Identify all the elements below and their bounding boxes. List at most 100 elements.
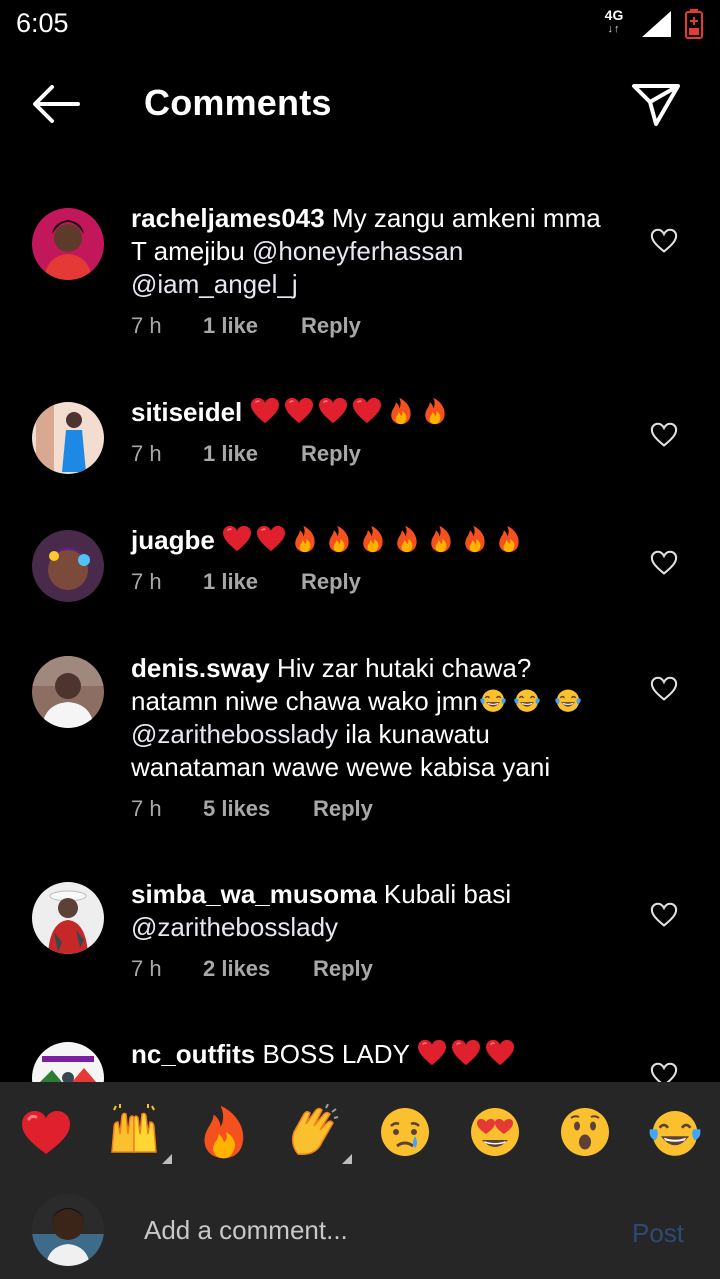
emoji-row [222, 525, 528, 555]
avatar[interactable] [32, 402, 104, 474]
comment-time: 7 h [131, 796, 162, 821]
avatar[interactable] [32, 882, 104, 954]
mention-link[interactable]: @zarithebosslady [131, 912, 338, 942]
red-heart-icon [318, 397, 348, 425]
avatar[interactable] [32, 1042, 104, 1082]
tears-of-joy-icon [512, 686, 542, 714]
red-heart-icon [485, 1039, 515, 1067]
surprised-face-reaction-icon[interactable] [557, 1104, 613, 1160]
red-heart-icon [284, 397, 314, 425]
reply-button[interactable]: Reply [301, 313, 361, 339]
reply-button[interactable]: Reply [301, 569, 361, 595]
like-heart-icon[interactable] [650, 422, 678, 448]
comment-likes[interactable]: 1 like [203, 313, 301, 339]
page-title: Comments [144, 82, 332, 123]
reply-button[interactable]: Reply [313, 796, 373, 822]
avatar[interactable] [32, 530, 104, 602]
clapping-hands-reaction-icon[interactable] [286, 1103, 352, 1164]
comment-time: 7 h [131, 313, 162, 338]
mention-link[interactable]: @honeyferhassan [252, 236, 463, 266]
comment-meta: 7 h 1 like Reply [131, 441, 601, 467]
heart-eyes-face-reaction-icon[interactable] [467, 1104, 523, 1160]
red-heart-icon [352, 397, 382, 425]
fire-icon [290, 525, 320, 553]
comment-meta: 7 h 1 like Reply [131, 313, 601, 339]
status-bar: 6:05 4G ↓↑ [0, 0, 720, 52]
comment-time: 7 h [131, 569, 162, 594]
post-button[interactable]: Post [632, 1218, 684, 1249]
like-heart-icon[interactable] [650, 676, 678, 702]
comment-likes[interactable]: 5 likes [203, 796, 313, 822]
comment-time: 7 h [131, 441, 162, 466]
comment-meta: 7 h 2 likes Reply [131, 956, 601, 982]
current-user-avatar [32, 1194, 104, 1266]
comment-likes[interactable]: 1 like [203, 569, 301, 595]
comment-body: racheljames043 My zangu amkeni mma T ame… [131, 202, 601, 339]
fire-icon [358, 525, 388, 553]
comment-text: sitiseidel [131, 396, 601, 429]
comment-input[interactable] [144, 1208, 604, 1252]
comment-meta: 7 h 1 like Reply [131, 569, 601, 595]
emoji-row [417, 1039, 519, 1069]
send-icon[interactable] [628, 78, 684, 130]
like-heart-icon[interactable] [650, 902, 678, 928]
comment-username[interactable]: sitiseidel [131, 397, 242, 427]
crying-face-reaction-icon[interactable] [377, 1104, 433, 1160]
fire-icon [420, 397, 450, 425]
like-heart-icon[interactable] [650, 228, 678, 254]
fire-icon [494, 525, 524, 553]
red-heart-icon [256, 525, 286, 553]
reply-button[interactable]: Reply [301, 441, 361, 467]
comment-text: juagbe [131, 524, 601, 557]
fire-icon [426, 525, 456, 553]
comment-likes[interactable]: 2 likes [203, 956, 313, 982]
comment-username[interactable]: juagbe [131, 525, 215, 555]
comment-composer-area: Post [0, 1082, 720, 1279]
avatar[interactable] [32, 208, 104, 280]
quick-reactions-bar [0, 1082, 720, 1182]
reply-button[interactable]: Reply [313, 956, 373, 982]
app-header: Comments [0, 52, 720, 162]
red-heart-icon [250, 397, 280, 425]
comment-body: nc_outfits BOSS LADY [131, 1038, 601, 1071]
fire-icon [324, 525, 354, 553]
comment-text: denis.sway Hiv zar hutaki chawa? natamn … [131, 652, 601, 784]
fire-icon [392, 525, 422, 553]
tears-of-joy-face-reaction-icon[interactable] [647, 1104, 703, 1160]
red-heart-icon [222, 525, 252, 553]
skin-tone-indicator [342, 1154, 352, 1164]
raising-hands-reaction-icon[interactable] [106, 1104, 172, 1164]
fire-reaction-icon[interactable] [196, 1104, 252, 1160]
comment-body: sitiseidel 7 h 1 like Reply [131, 396, 601, 467]
avatar[interactable] [32, 656, 104, 728]
comment-username[interactable]: denis.sway [131, 653, 270, 683]
comment-text: nc_outfits BOSS LADY [131, 1038, 601, 1071]
skin-tone-indicator [162, 1154, 172, 1164]
tears-of-joy-icon [553, 686, 583, 714]
red-heart-icon [451, 1039, 481, 1067]
comment-meta: 7 h 5 likes Reply [131, 796, 601, 822]
comment-username[interactable]: nc_outfits [131, 1039, 255, 1069]
comment-composer: Post [0, 1190, 720, 1279]
status-time: 6:05 [16, 8, 69, 38]
tears-of-joy-icon [478, 686, 508, 714]
network-indicator: 4G ↓↑ [600, 8, 628, 36]
comment-likes[interactable]: 1 like [203, 441, 301, 467]
battery-icon [685, 9, 703, 39]
fire-icon [386, 397, 416, 425]
red-heart-icon [417, 1039, 447, 1067]
comment-text: simba_wa_musoma Kubali basi @zaritheboss… [131, 879, 512, 942]
comment-text: racheljames043 My zangu amkeni mma T ame… [131, 203, 601, 299]
comment-item: nc_outfits BOSS LADY [0, 1036, 720, 1082]
back-arrow-icon[interactable] [30, 82, 82, 126]
mention-link[interactable]: @iam_angel_j [131, 269, 298, 299]
red-heart-reaction-icon[interactable] [18, 1104, 74, 1160]
comment-username[interactable]: racheljames043 [131, 203, 325, 233]
like-heart-icon[interactable] [650, 550, 678, 576]
comment-time: 7 h [131, 956, 162, 981]
mention-link[interactable]: @zarithebosslady [131, 719, 338, 749]
comment-body: denis.sway Hiv zar hutaki chawa? natamn … [131, 652, 601, 822]
fire-icon [460, 525, 490, 553]
like-heart-icon[interactable] [650, 1062, 678, 1082]
comment-username[interactable]: simba_wa_musoma [131, 879, 377, 909]
